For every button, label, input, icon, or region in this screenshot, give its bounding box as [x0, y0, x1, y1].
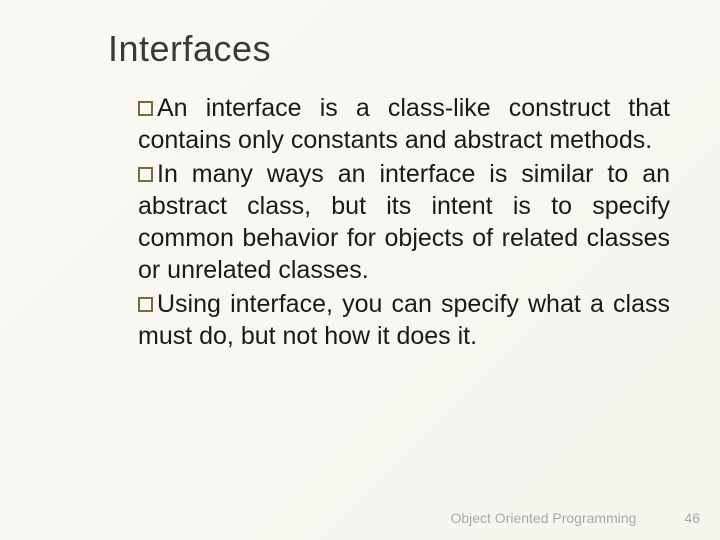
bullet-1: An interface is a class-like construct t…	[138, 92, 670, 156]
square-bullet-icon	[138, 297, 153, 312]
bullet-2: In many ways an interface is similar to …	[138, 158, 670, 286]
slide-content: An interface is a class-like construct t…	[108, 92, 680, 352]
bullet-1-lead: An	[157, 94, 188, 122]
slide-title: Interfaces	[108, 28, 680, 70]
square-bullet-icon	[138, 101, 153, 116]
square-bullet-icon	[138, 167, 153, 182]
footer-label: Object Oriented Programming	[450, 510, 636, 526]
page-number: 46	[684, 510, 700, 526]
bullet-2-lead: In	[157, 160, 178, 188]
bullet-3: Using interface, you can specify what a …	[138, 288, 670, 352]
bullet-3-lead: Using	[157, 290, 221, 318]
bullet-1-text: interface is a class-like construct that…	[138, 94, 670, 154]
bullet-2-text: many ways an interface is similar to an …	[138, 160, 670, 284]
slide-footer: Object Oriented Programming 46	[450, 510, 700, 526]
slide: Interfaces An interface is a class-like …	[0, 0, 720, 540]
